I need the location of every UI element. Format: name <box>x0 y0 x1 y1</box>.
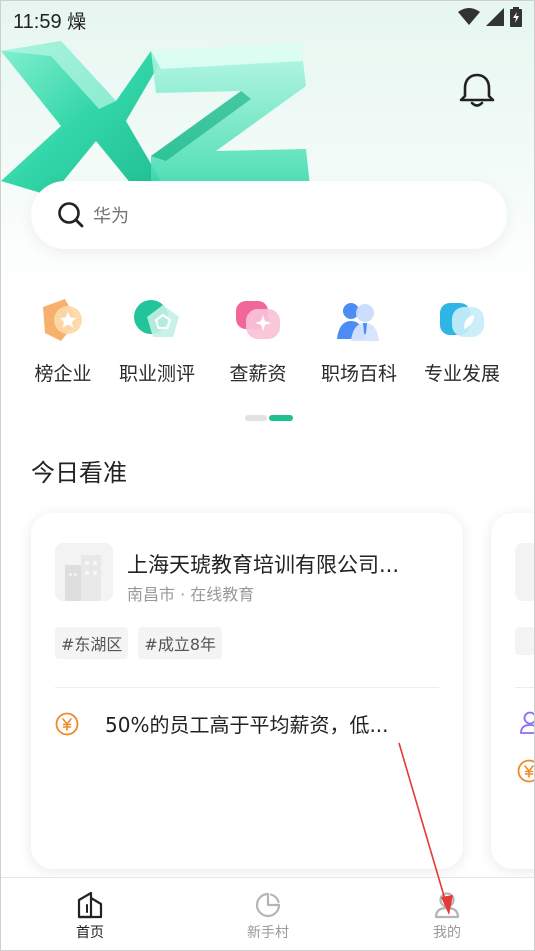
company-logo <box>515 543 534 601</box>
newbie-village-icon <box>255 892 281 918</box>
company-tags: #东湖区 #成立8年 <box>55 627 223 659</box>
category-salary[interactable]: 查薪资 <box>208 293 308 386</box>
category-assessment[interactable]: 职业测评 <box>107 293 207 386</box>
search-bar[interactable] <box>31 181 507 249</box>
category-encyclopedia[interactable]: 职场百科 <box>309 293 409 386</box>
search-icon <box>58 202 84 228</box>
company-card-next[interactable] <box>491 513 534 869</box>
category-ranking[interactable]: 榜企业 <box>13 293 113 386</box>
salary-chat-icon <box>236 301 280 339</box>
category-pager <box>245 415 293 421</box>
nav-home[interactable]: 首页 <box>50 890 130 942</box>
pager-dot-inactive <box>245 415 267 421</box>
salary-insight[interactable]: 50%的员工高于平均薪资，低... <box>55 709 427 738</box>
card-divider <box>515 687 534 688</box>
company-logo <box>55 543 113 601</box>
status-icons <box>458 7 522 27</box>
profile-icon <box>434 892 460 919</box>
tag-placeholder <box>515 627 534 655</box>
battery-charging-icon <box>510 7 522 27</box>
brand-art-icon <box>1 41 311 196</box>
bell-icon <box>459 73 495 107</box>
company-card[interactable]: 上海天琥教育培训有限公司... 南昌市 · 在线教育 #东湖区 #成立8年 50… <box>31 513 463 869</box>
app-screen: 11:59 燥 华为 榜企业 职业测评 查薪资 职场百科 专业发展 今日看准 上… <box>0 0 535 951</box>
notification-button[interactable] <box>456 69 498 111</box>
nav-newbie-village[interactable]: 新手村 <box>228 890 308 942</box>
category-shortcuts: 榜企业 职业测评 查薪资 职场百科 专业发展 <box>1 293 534 393</box>
building-icon <box>65 555 101 601</box>
yuan-icon <box>517 759 534 783</box>
card-divider <box>55 687 439 688</box>
company-name: 上海天琥教育培训有限公司... <box>127 553 400 577</box>
status-time: 11:59 燥 <box>13 11 87 33</box>
company-meta: 南昌市 · 在线教育 <box>127 585 255 604</box>
signal-icon <box>486 8 504 26</box>
person-icon <box>520 711 534 734</box>
category-development[interactable]: 专业发展 <box>412 293 512 386</box>
home-icon <box>77 891 103 919</box>
people-encyclopedia-icon <box>337 303 379 341</box>
development-leaf-icon <box>440 303 484 337</box>
tag-founded[interactable]: #成立8年 <box>138 627 223 659</box>
tag-district[interactable]: #东湖区 <box>55 627 129 659</box>
yuan-icon <box>55 712 79 735</box>
wifi-icon <box>458 8 480 25</box>
pager-dot-active <box>269 415 293 421</box>
search-input[interactable] <box>93 203 473 229</box>
status-bar: 11:59 燥 <box>1 1 534 39</box>
nav-profile[interactable]: 我的 <box>407 890 487 942</box>
ranking-medal-icon <box>43 299 82 341</box>
assessment-pentagon-icon <box>134 300 179 337</box>
bottom-nav: 首页 新手村 我的 <box>1 877 534 950</box>
insight-text: 50%的员工高于平均薪资，低... <box>105 713 389 737</box>
section-title: 今日看准 <box>31 459 127 487</box>
